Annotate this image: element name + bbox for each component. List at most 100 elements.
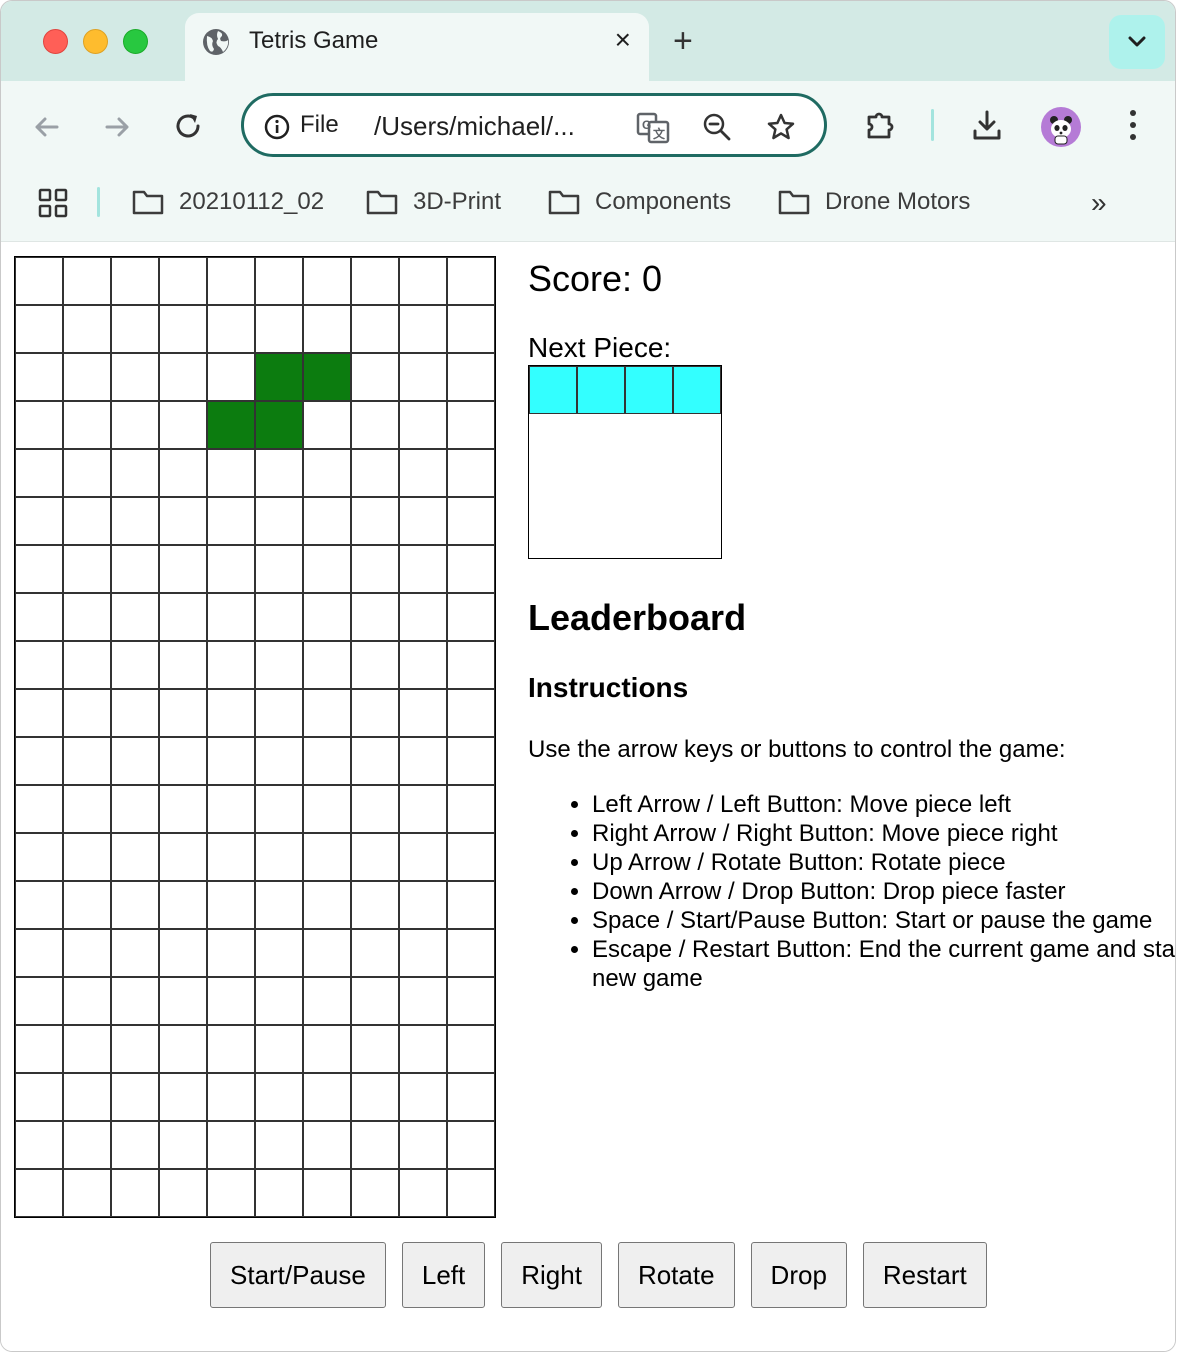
bookmark-folder-3d-print[interactable]: 3D-Print bbox=[365, 185, 501, 219]
board-cell bbox=[111, 1025, 159, 1073]
board-cell bbox=[207, 449, 255, 497]
board-cell bbox=[63, 1025, 111, 1073]
zoom-out-icon[interactable] bbox=[702, 112, 732, 142]
board-cell bbox=[303, 401, 351, 449]
board-cell bbox=[255, 977, 303, 1025]
board-cell bbox=[63, 881, 111, 929]
board-cell bbox=[15, 737, 63, 785]
board-cell bbox=[15, 497, 63, 545]
address-bar[interactable]: File /Users/michael/... G 文 bbox=[241, 93, 827, 157]
bookmark-star-icon[interactable] bbox=[766, 112, 796, 142]
board-cell bbox=[303, 881, 351, 929]
board-cell bbox=[399, 497, 447, 545]
board-cell bbox=[15, 929, 63, 977]
board-cell bbox=[255, 785, 303, 833]
board-cell bbox=[399, 737, 447, 785]
board-cell bbox=[303, 545, 351, 593]
next-piece-cell bbox=[529, 366, 577, 414]
board-cell bbox=[159, 833, 207, 881]
forward-arrow-icon[interactable] bbox=[99, 109, 135, 145]
board-cell bbox=[63, 1121, 111, 1169]
rotate-button[interactable]: Rotate bbox=[617, 1242, 735, 1308]
download-icon[interactable] bbox=[969, 107, 1005, 143]
leaderboard-heading: Leaderboard bbox=[528, 597, 747, 638]
tab-tetris-game[interactable]: Tetris Game × bbox=[185, 13, 649, 81]
next-piece-cell bbox=[577, 366, 625, 414]
profile-avatar[interactable] bbox=[1041, 107, 1081, 147]
board-cell bbox=[207, 257, 255, 305]
board-cell bbox=[399, 833, 447, 881]
board-cell bbox=[399, 785, 447, 833]
chevron-down-icon bbox=[1128, 36, 1146, 47]
restart-button[interactable]: Restart bbox=[862, 1242, 987, 1308]
board-cell bbox=[303, 497, 351, 545]
board-cell bbox=[63, 401, 111, 449]
next-preview-empty-cell bbox=[625, 414, 673, 462]
board-cell bbox=[447, 497, 495, 545]
board-cell bbox=[351, 1121, 399, 1169]
kebab-menu-icon[interactable] bbox=[1119, 107, 1147, 143]
minimize-window-button[interactable] bbox=[83, 29, 108, 54]
back-arrow-icon[interactable] bbox=[29, 109, 65, 145]
board-cell bbox=[159, 641, 207, 689]
extensions-icon[interactable] bbox=[863, 107, 899, 143]
board-cell bbox=[111, 833, 159, 881]
board-cell bbox=[255, 689, 303, 737]
board-cell bbox=[399, 1121, 447, 1169]
next-piece-cell bbox=[673, 366, 721, 414]
close-window-button[interactable] bbox=[43, 29, 68, 54]
translate-icon[interactable]: G 文 bbox=[636, 112, 670, 144]
right-button[interactable]: Right bbox=[501, 1242, 602, 1308]
board-cell bbox=[207, 305, 255, 353]
next-preview-empty-cell bbox=[529, 462, 577, 510]
drop-button[interactable]: Drop bbox=[750, 1242, 847, 1308]
bookmark-folder-components[interactable]: Components bbox=[547, 185, 731, 219]
next-preview-empty-cell bbox=[673, 414, 721, 462]
board-cell bbox=[159, 929, 207, 977]
board-cell bbox=[159, 1169, 207, 1217]
reload-icon[interactable] bbox=[171, 109, 207, 145]
new-tab-icon[interactable]: + bbox=[673, 23, 693, 59]
board-cell bbox=[207, 497, 255, 545]
board-cell bbox=[351, 737, 399, 785]
game-board bbox=[14, 256, 496, 1218]
board-cell bbox=[15, 881, 63, 929]
maximize-window-button[interactable] bbox=[123, 29, 148, 54]
board-cell bbox=[303, 929, 351, 977]
control-buttons: Start/Pause Left Right Rotate Drop Resta… bbox=[210, 1242, 987, 1308]
board-cell bbox=[399, 977, 447, 1025]
board-cell bbox=[111, 545, 159, 593]
apps-grid-icon[interactable] bbox=[37, 187, 69, 219]
tab-search-button[interactable] bbox=[1109, 15, 1165, 69]
board-cell bbox=[111, 881, 159, 929]
start-pause-button[interactable]: Start/Pause bbox=[210, 1242, 386, 1308]
board-cell bbox=[255, 449, 303, 497]
board-cell bbox=[303, 1025, 351, 1073]
board-cell bbox=[15, 689, 63, 737]
bookmark-folder-20210112-02[interactable]: 20210112_02 bbox=[131, 185, 324, 219]
board-cell bbox=[351, 401, 399, 449]
board-cell bbox=[447, 1121, 495, 1169]
active-piece-cell bbox=[255, 353, 303, 401]
folder-icon bbox=[548, 190, 580, 215]
board-cell bbox=[159, 305, 207, 353]
bookmarks-overflow-icon[interactable]: » bbox=[1091, 187, 1107, 219]
tab-close-icon[interactable]: × bbox=[615, 25, 631, 55]
board-cell bbox=[447, 449, 495, 497]
instruction-item: Left Arrow / Left Button: Move piece lef… bbox=[592, 790, 1175, 819]
board-cell bbox=[159, 401, 207, 449]
board-cell bbox=[255, 929, 303, 977]
board-cell bbox=[447, 1073, 495, 1121]
next-preview-empty-cell bbox=[577, 462, 625, 510]
board-cell bbox=[111, 977, 159, 1025]
url-text[interactable]: /Users/michael/... bbox=[374, 111, 575, 142]
board-cell bbox=[303, 257, 351, 305]
board-cell bbox=[159, 593, 207, 641]
board-cell bbox=[255, 545, 303, 593]
info-icon[interactable] bbox=[264, 114, 290, 140]
left-button[interactable]: Left bbox=[401, 1242, 486, 1308]
board-cell bbox=[207, 1169, 255, 1217]
bookmark-folder-drone-motors[interactable]: Drone Motors bbox=[777, 185, 970, 219]
svg-text:文: 文 bbox=[653, 126, 666, 141]
instructions-intro: Use the arrow keys or buttons to control… bbox=[528, 736, 1066, 763]
